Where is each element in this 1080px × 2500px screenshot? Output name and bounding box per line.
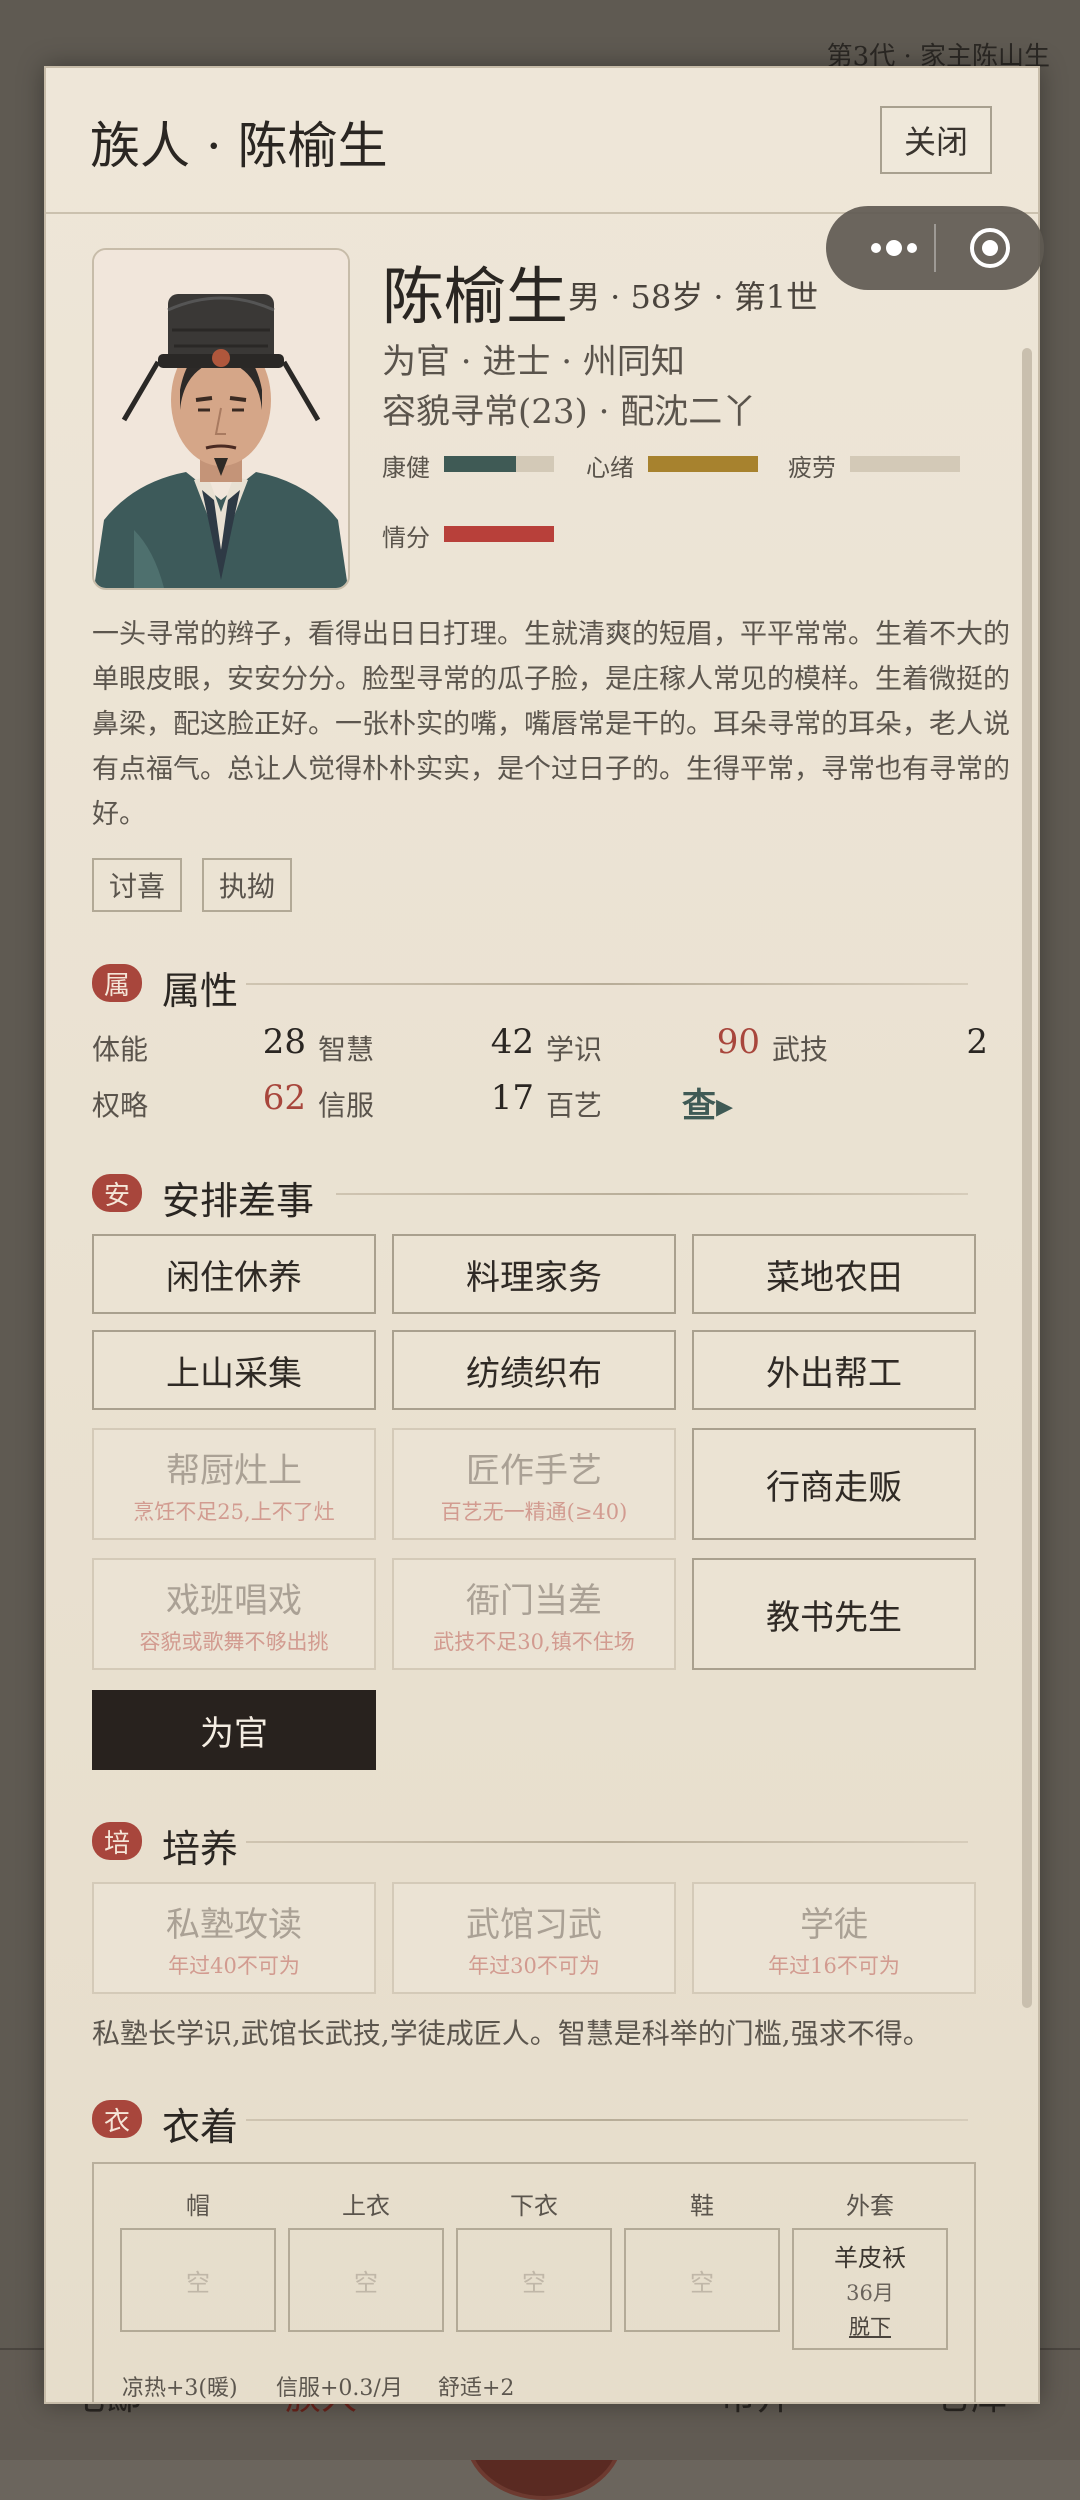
job-button-disabled: 衙门当差 武技不足30,镇不住场 (392, 1558, 676, 1670)
section-badge: 安 (92, 1174, 142, 1212)
section-badge: 培 (92, 1822, 142, 1860)
attr-value: 90 (716, 1022, 760, 1062)
member-looks: 容貌寻常(23) · 配沈二丫 (382, 392, 757, 432)
exit-target-icon[interactable] (968, 226, 1012, 270)
scrollbar[interactable] (1022, 348, 1032, 2008)
close-button[interactable]: 关闭 (880, 106, 992, 174)
outerwear-name: 羊皮袄 (834, 2243, 906, 2272)
health-bar (444, 456, 554, 472)
attr-label: 学识 (546, 1033, 603, 1066)
attr-value: 2 (966, 1022, 988, 1062)
job-button-selected[interactable]: 为官 (92, 1690, 376, 1770)
fatigue-label: 疲劳 (788, 454, 836, 482)
attr-label: 信服 (318, 1089, 375, 1122)
slot-title: 下衣 (510, 2192, 558, 2220)
clothing-title: 衣着 (162, 2105, 239, 2149)
mood-label: 心绪 (586, 454, 634, 482)
jobs-title: 安排差事 (162, 1179, 315, 1223)
training-button-disabled: 私塾攻读 年过40不可为 (92, 1882, 376, 1994)
outerwear-slot[interactable]: 羊皮袄 36月 脱下 (792, 2228, 948, 2350)
job-button[interactable]: 教书先生 (692, 1558, 976, 1670)
attr-label: 百艺 (546, 1089, 603, 1122)
training-title: 培养 (162, 1827, 239, 1871)
trait-tag[interactable]: 执拗 (202, 858, 292, 912)
dialog-title: 族人 · 陈榆生 (90, 117, 388, 175)
attr-label: 智慧 (318, 1033, 375, 1066)
clothing-effect: 凉热+3(暖) (122, 2376, 238, 2401)
training-note: 私塾长学识,武馆长武技,学徒成匠人。智慧是科举的门槛,强求不得。 (92, 2017, 931, 2050)
job-button[interactable]: 行商走贩 (692, 1428, 976, 1540)
attr-value: 17 (490, 1078, 534, 1118)
portrait-image (92, 248, 350, 590)
attr-value: 42 (490, 1022, 534, 1062)
outerwear-duration: 36月 (846, 2280, 894, 2305)
more-icon[interactable] (856, 230, 932, 266)
skills-view-link[interactable]: 查▸ (682, 1078, 762, 1127)
job-button[interactable]: 料理家务 (392, 1234, 676, 1314)
job-button[interactable]: 外出帮工 (692, 1330, 976, 1410)
section-divider (246, 1841, 968, 1843)
appearance-description: 一头寻常的辫子，看得出日日打理。生就清爽的短眉，平平常常。生着不大的单眼皮眼，安… (92, 619, 1010, 830)
attr-value: 62 (262, 1078, 306, 1118)
affection-bar (444, 526, 554, 542)
miniprogram-capsule (826, 206, 1044, 290)
background-panel (0, 210, 47, 2160)
job-button-disabled: 帮厨灶上 烹饪不足25,上不了灶 (92, 1428, 376, 1540)
section-badge: 属 (92, 964, 142, 1002)
clothing-effect: 舒适+2 (438, 2376, 515, 2401)
bottom-slot[interactable]: 空 (456, 2228, 612, 2332)
member-name: 陈榆生 (382, 260, 569, 333)
top-slot[interactable]: 空 (288, 2228, 444, 2332)
affection-label: 情分 (382, 524, 430, 552)
health-label: 康健 (382, 454, 430, 482)
job-button[interactable]: 纺绩织布 (392, 1330, 676, 1410)
hat-slot[interactable]: 空 (120, 2228, 276, 2332)
job-button[interactable]: 菜地农田 (692, 1234, 976, 1314)
slot-title: 上衣 (342, 2192, 390, 2220)
job-button-disabled: 匠作手艺 百艺无一精通(≥40) (392, 1428, 676, 1540)
slot-title: 鞋 (690, 2192, 714, 2220)
training-button-disabled: 学徒 年过16不可为 (692, 1882, 976, 1994)
job-button-disabled: 戏班唱戏 容貌或歌舞不够出挑 (92, 1558, 376, 1670)
mood-bar (648, 456, 758, 472)
capsule-divider (934, 224, 936, 272)
attr-label: 武技 (772, 1033, 829, 1066)
member-meta: 男 · 58岁 · 第1世 (568, 278, 819, 316)
section-badge: 衣 (92, 2100, 142, 2138)
dialog-header: 族人 · 陈榆生 关闭 (46, 68, 1038, 214)
section-divider (246, 983, 968, 985)
job-button[interactable]: 上山采集 (92, 1330, 376, 1410)
slot-title: 帽 (186, 2192, 210, 2220)
shoes-slot[interactable]: 空 (624, 2228, 780, 2332)
member-dialog: 族人 · 陈榆生 关闭 陈榆生 男 · 58岁 · 第1世 为官 · 进士 · … (44, 66, 1040, 2404)
member-role: 为官 · 进士 · 州同知 (382, 342, 685, 382)
attributes-title: 属性 (162, 969, 239, 1013)
fatigue-bar (850, 456, 960, 472)
section-divider (336, 1193, 968, 1195)
job-button[interactable]: 闲住休养 (92, 1234, 376, 1314)
trait-tag[interactable]: 讨喜 (92, 858, 182, 912)
section-divider (246, 2119, 968, 2121)
attr-value: 28 (262, 1022, 306, 1062)
attr-label: 权略 (92, 1089, 149, 1122)
slot-title: 外套 (846, 2192, 894, 2220)
training-button-disabled: 武馆习武 年过30不可为 (392, 1882, 676, 1994)
attr-label: 体能 (92, 1033, 149, 1066)
clothing-effect: 信服+0.3/月 (276, 2376, 403, 2401)
take-off-link[interactable]: 脱下 (849, 2311, 891, 2341)
